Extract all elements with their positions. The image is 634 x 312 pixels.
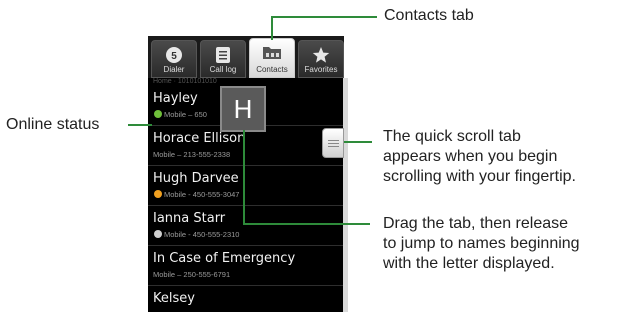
dialer-icon: 5 — [166, 47, 182, 63]
away-status-icon — [154, 190, 162, 198]
contact-detail: Mobile – 213-555-2338 — [153, 150, 231, 159]
callout-quick-scroll: The quick scroll tab appears when you be… — [383, 128, 576, 185]
tab-dialer-label: Dialer — [163, 65, 185, 74]
tab-favorites-label: Favorites — [304, 65, 338, 74]
contact-row-in-case-of-emergency[interactable]: In Case of Emergency Mobile – 250-555-67… — [148, 246, 344, 286]
star-icon — [312, 47, 330, 63]
svg-text:5: 5 — [171, 51, 177, 62]
contact-detail: Mobile - 450-555-3047 — [164, 190, 240, 199]
quick-scroll-tab[interactable] — [322, 128, 344, 158]
callout-line-contacts-horizontal — [271, 16, 377, 18]
contact-name: Horace Ellison — [153, 131, 246, 146]
online-status-icon — [154, 110, 162, 118]
callout-line-drag-vertical — [243, 130, 245, 224]
contact-name: In Case of Emergency — [153, 251, 296, 266]
callout-line-contacts-vertical — [271, 16, 273, 40]
tab-dialer[interactable]: 5 Dialer — [151, 40, 197, 78]
contact-row-horace-ellison[interactable]: Horace Ellison Mobile – 213-555-2338 — [148, 126, 344, 166]
phone-screen: 5 Dialer Call log Contacts Favorites Hom… — [148, 36, 344, 312]
call-log-icon — [216, 47, 230, 63]
contact-detail: Mobile – 650 — [164, 110, 207, 119]
callout-line-quick-scroll — [344, 141, 372, 143]
tab-call-log[interactable]: Call log — [200, 40, 246, 78]
contacts-icon — [263, 47, 281, 59]
contact-name: Ianna Starr — [153, 211, 226, 226]
callout-online-status: Online status — [6, 116, 100, 133]
callout-contacts-tab: Contacts tab — [384, 7, 474, 24]
contact-name: Kelsey — [153, 291, 195, 306]
callout-drag-tab: Drag the tab, then release to jump to na… — [383, 215, 580, 272]
contact-name: Hugh Darvee — [153, 171, 239, 186]
list-header: Home · 1010101010 — [153, 78, 217, 85]
contact-detail: Mobile - 450-555-2310 — [164, 230, 240, 239]
offline-status-icon — [154, 230, 162, 238]
quick-scroll-letter: H — [220, 86, 266, 132]
contact-detail: Mobile – 250-555-6791 — [153, 270, 231, 279]
scroll-track — [343, 78, 348, 312]
contact-row-ianna-starr[interactable]: Ianna Starr Mobile - 450-555-2310 — [148, 206, 344, 246]
tab-contacts[interactable]: Contacts — [249, 38, 295, 78]
tab-contacts-label: Contacts — [256, 65, 288, 74]
callout-line-drag-horizontal — [243, 223, 370, 225]
contact-name: Hayley — [153, 91, 198, 106]
contact-row-hugh-darvee[interactable]: Hugh Darvee Mobile - 450-555-3047 — [148, 166, 344, 206]
callout-line-online-status — [128, 124, 152, 126]
tab-favorites[interactable]: Favorites — [298, 40, 344, 78]
tab-call-log-label: Call log — [209, 65, 237, 74]
contact-row-kelsey[interactable]: Kelsey — [148, 286, 344, 312]
tab-bar: 5 Dialer Call log Contacts Favorites — [148, 36, 344, 78]
